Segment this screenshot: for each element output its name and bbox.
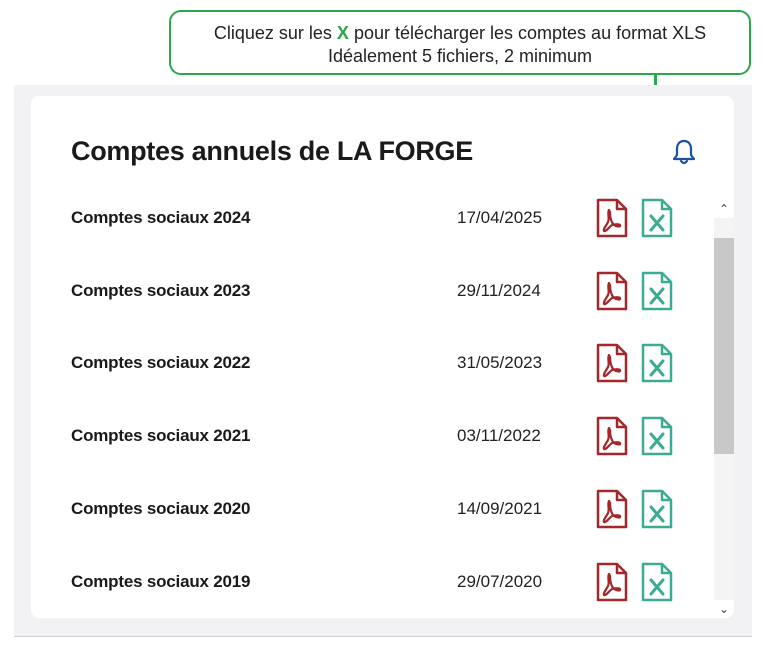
excel-file-icon[interactable] bbox=[641, 343, 673, 383]
accounts-row-date: 29/07/2020 bbox=[457, 571, 543, 591]
scrollbar[interactable]: ⌃ ⌄ bbox=[714, 200, 734, 618]
pdf-file-icon[interactable] bbox=[596, 198, 628, 238]
accounts-row-date: 29/11/2024 bbox=[457, 280, 541, 300]
scroll-up-arrow-icon[interactable]: ⌃ bbox=[714, 200, 734, 218]
accounts-row-date: 17/04/2025 bbox=[457, 208, 543, 227]
accounts-row: Comptes sociaux 2023 29/11/2024 bbox=[31, 261, 711, 321]
accounts-row-label: Comptes sociaux 2019 bbox=[71, 571, 251, 591]
scrollbar-track[interactable] bbox=[714, 218, 734, 600]
excel-file-icon[interactable] bbox=[641, 416, 673, 456]
excel-file-icon[interactable] bbox=[641, 198, 673, 238]
instruction-line-2: Idéalement 5 fichiers, 2 minimum bbox=[327, 46, 593, 66]
accounts-row-label: Comptes sociaux 2022 bbox=[71, 353, 251, 373]
accounts-row-label: Comptes sociaux 2021 bbox=[71, 426, 251, 446]
bell-icon[interactable] bbox=[671, 138, 697, 166]
pdf-file-icon[interactable] bbox=[596, 489, 628, 529]
accounts-row: Comptes sociaux 2022 31/05/2023 bbox=[31, 333, 711, 393]
accounts-row-date: 31/05/2023 bbox=[457, 353, 543, 373]
accounts-row: Comptes sociaux 2024 17/04/2025 bbox=[31, 188, 711, 248]
instruction-line-1: Cliquez sur les X pour télécharger les c… bbox=[213, 23, 707, 43]
annual-accounts-card: Comptes annuels de LA FORGE Comptes soci… bbox=[31, 96, 734, 618]
pdf-file-icon[interactable] bbox=[596, 343, 628, 383]
pdf-file-icon[interactable] bbox=[596, 562, 628, 602]
accounts-row: Comptes sociaux 2020 14/09/2021 bbox=[31, 479, 711, 539]
accounts-row-label: Comptes sociaux 2020 bbox=[71, 498, 251, 518]
accounts-row-label: Comptes sociaux 2023 bbox=[71, 280, 251, 300]
excel-file-icon[interactable] bbox=[641, 562, 673, 602]
scrollbar-thumb[interactable] bbox=[714, 238, 734, 454]
pdf-file-icon[interactable] bbox=[596, 271, 628, 311]
card-title: Comptes annuels de LA FORGE bbox=[71, 136, 473, 166]
pdf-file-icon[interactable] bbox=[596, 416, 628, 456]
excel-file-icon[interactable] bbox=[641, 489, 673, 529]
accounts-row: Comptes sociaux 2019 29/07/2020 bbox=[31, 552, 711, 612]
excel-file-icon[interactable] bbox=[641, 271, 673, 311]
accounts-row-date: 14/09/2021 bbox=[457, 498, 543, 518]
x-highlight: X bbox=[336, 23, 349, 43]
accounts-row: Comptes sociaux 2021 03/11/2022 bbox=[31, 406, 711, 466]
accounts-row-label: Comptes sociaux 2024 bbox=[71, 208, 251, 227]
accounts-row-date: 03/11/2022 bbox=[457, 426, 541, 446]
instruction-callout: Cliquez sur les X pour télécharger les c… bbox=[169, 10, 751, 75]
scroll-down-arrow-icon[interactable]: ⌄ bbox=[714, 600, 734, 618]
